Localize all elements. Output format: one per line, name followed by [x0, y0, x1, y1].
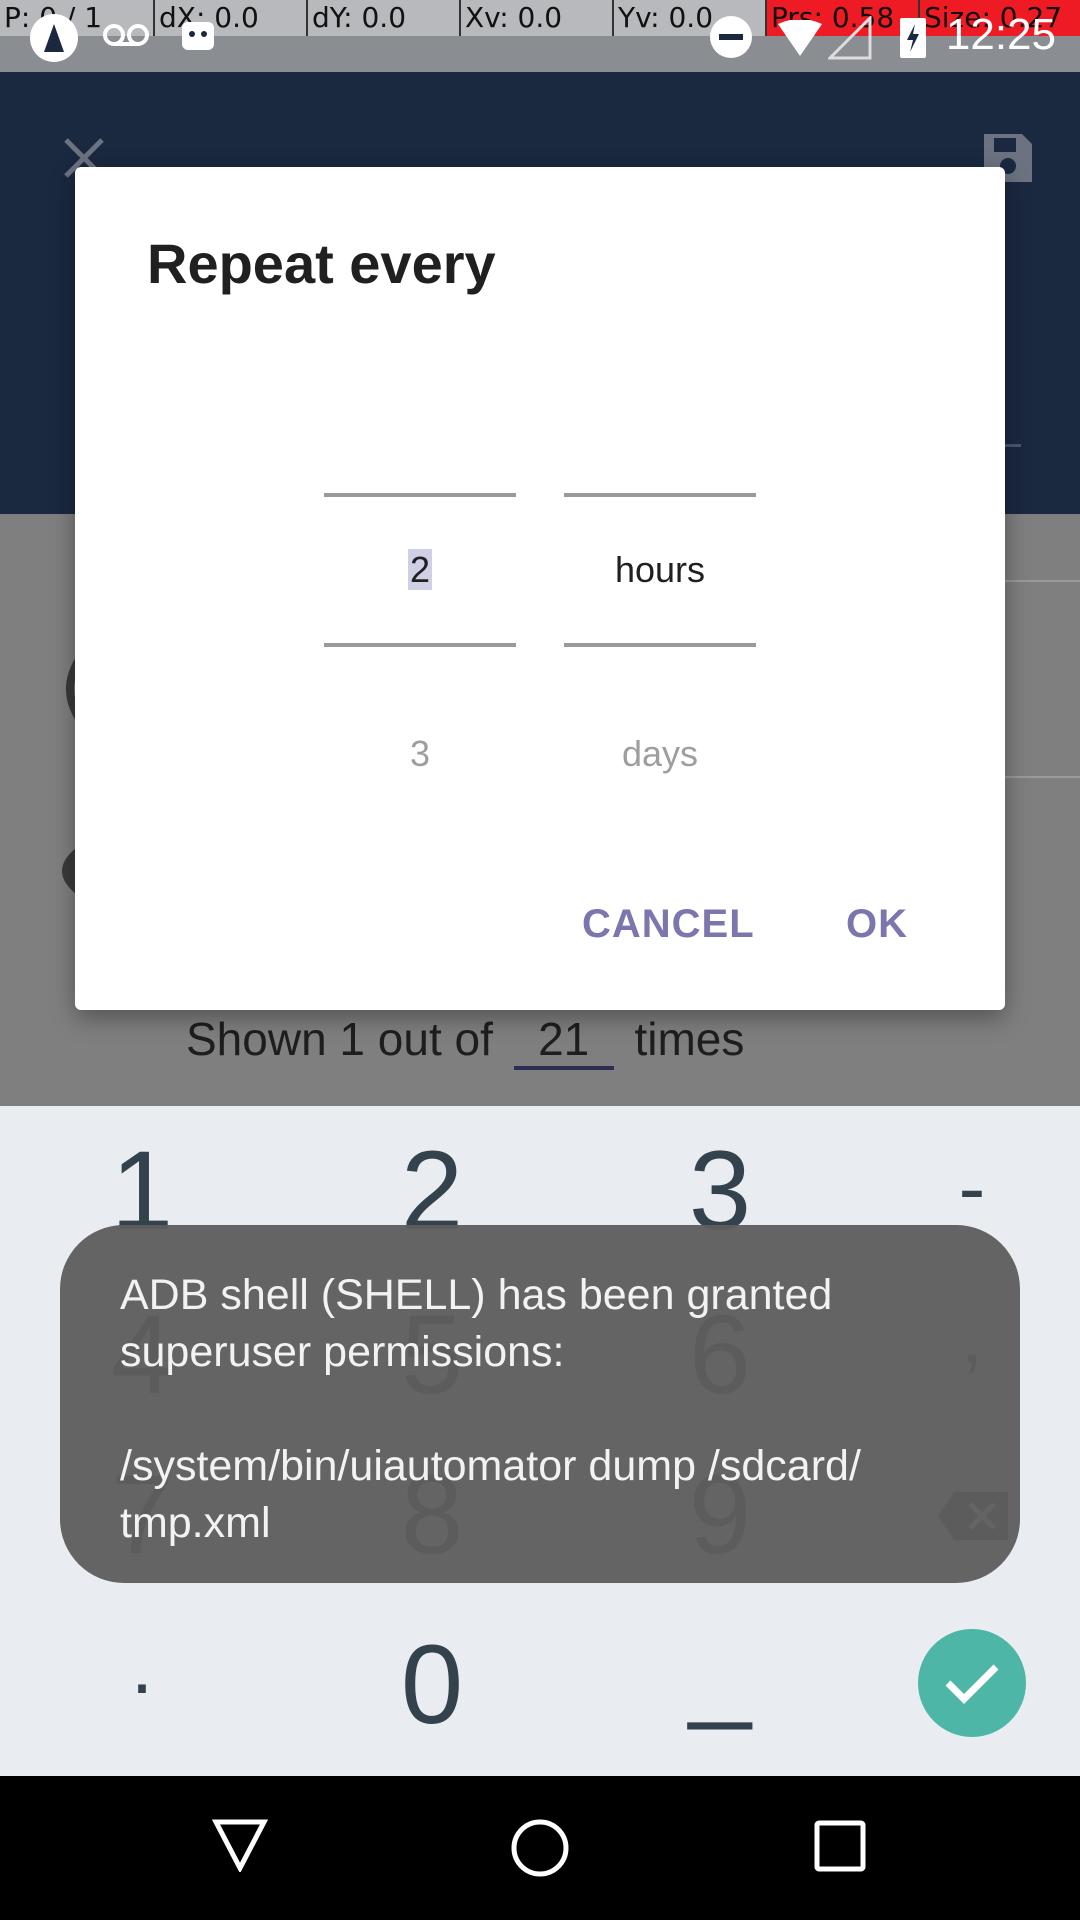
number-picker-next[interactable]: 3: [324, 733, 516, 775]
unit-picker-selected[interactable]: hours: [564, 549, 756, 591]
ok-button[interactable]: OK: [846, 902, 908, 947]
frequency-row: Shown 1 out of 21 times: [186, 1012, 744, 1070]
check-icon: [945, 1664, 999, 1704]
shown-suffix: times: [634, 1013, 745, 1065]
velocity-y: Yv: 0.0: [614, 0, 767, 36]
home-icon[interactable]: [510, 1818, 570, 1878]
picker-divider: [564, 643, 756, 647]
key-minus[interactable]: -: [872, 1126, 1072, 1234]
key-underscore[interactable]: _: [620, 1604, 820, 1733]
pointer-count: P: 0 / 1: [0, 0, 155, 36]
delta-x: dX: 0.0: [155, 0, 308, 36]
touch-size: Size: 0.27: [920, 0, 1080, 36]
shown-prefix: Shown 1 out of: [186, 1013, 493, 1065]
picker-divider: [564, 493, 756, 497]
navigation-bar: [0, 1776, 1080, 1920]
toast-message: ADB shell (SHELL) has been granted super…: [120, 1271, 861, 1547]
unit-picker-next[interactable]: days: [564, 733, 756, 775]
superuser-toast: ADB shell (SHELL) has been granted super…: [60, 1225, 1020, 1583]
picker-divider: [324, 643, 516, 647]
key-dot[interactable]: .: [42, 1620, 242, 1712]
confirm-button[interactable]: [918, 1629, 1026, 1737]
cancel-button[interactable]: CANCEL: [582, 902, 755, 947]
pointer-debug-bar: P: 0 / 1 dX: 0.0 dY: 0.0 Xv: 0.0 Yv: 0.0…: [0, 0, 1080, 36]
delta-y: dY: 0.0: [308, 0, 461, 36]
number-picker-selected[interactable]: 2: [324, 549, 516, 591]
back-icon[interactable]: [212, 1818, 268, 1872]
picker-divider: [324, 493, 516, 497]
dialog-title: Repeat every: [147, 232, 496, 295]
shown-count-input[interactable]: 21: [513, 1012, 614, 1070]
visibility-icon: [62, 848, 76, 894]
pressure: Prs: 0.58: [767, 0, 920, 36]
recents-icon[interactable]: [814, 1820, 866, 1872]
repeat-every-dialog: Repeat every 2 3 hours days CANCEL OK: [75, 167, 1005, 1010]
velocity-x: Xv: 0.0: [461, 0, 614, 36]
key-0[interactable]: 0: [332, 1620, 532, 1749]
